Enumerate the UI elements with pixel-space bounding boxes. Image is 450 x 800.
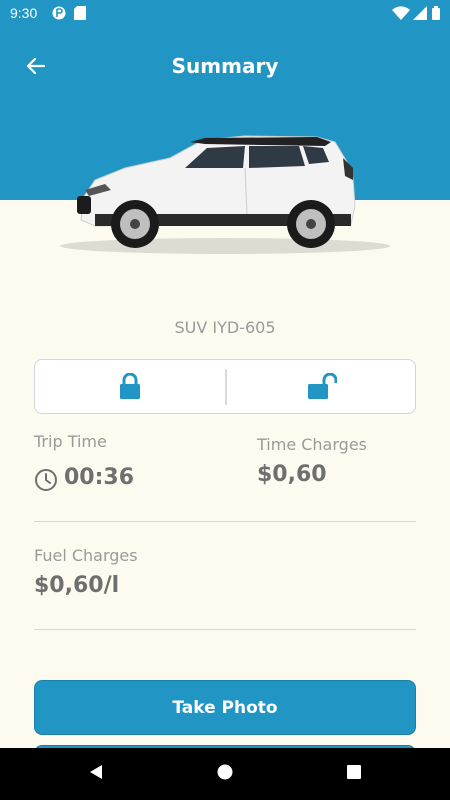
- triangle-back-icon: [88, 764, 104, 784]
- sd-card-icon: [74, 6, 86, 24]
- status-bar: 9:30: [0, 0, 450, 28]
- fuel-charges-value: $0,60/l: [34, 573, 120, 598]
- system-nav-bar: [0, 748, 450, 800]
- lock-button[interactable]: [35, 360, 225, 415]
- status-time: 9:30: [10, 5, 38, 21]
- divider: [34, 629, 416, 630]
- vehicle-name: SUV IYD-605: [174, 318, 276, 337]
- circle-home-icon: [216, 763, 234, 785]
- wifi-icon: [392, 6, 410, 24]
- nav-recents-button[interactable]: [342, 762, 366, 786]
- page-title: Summary: [171, 54, 279, 78]
- signal-icon: [413, 6, 427, 24]
- trip-time-value: 00:36: [64, 465, 135, 490]
- nav-home-button[interactable]: [213, 762, 237, 786]
- square-recents-icon: [346, 764, 362, 784]
- trip-time-label: Trip Time: [34, 432, 107, 451]
- time-charges-value: $0,60: [257, 462, 327, 487]
- time-charges-label: Time Charges: [257, 435, 367, 454]
- car-image: [55, 128, 395, 258]
- nav-back-button[interactable]: [84, 762, 108, 786]
- fuel-charges-label: Fuel Charges: [34, 546, 138, 565]
- divider: [34, 521, 416, 522]
- lock-icon: [119, 372, 141, 403]
- unlock-button[interactable]: [227, 360, 417, 415]
- battery-icon: [432, 6, 440, 24]
- clock-icon: [34, 468, 58, 496]
- notification-icon: [52, 6, 66, 24]
- lock-control-panel: [34, 359, 416, 414]
- take-photo-button[interactable]: Take Photo: [34, 680, 416, 735]
- unlock-icon: [307, 372, 338, 403]
